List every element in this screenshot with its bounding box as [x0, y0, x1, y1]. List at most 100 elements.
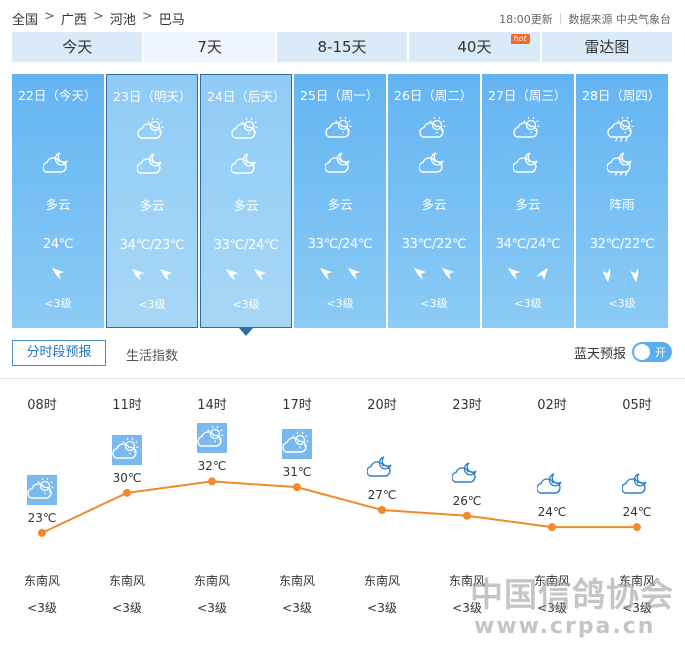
- breadcrumb-item-province[interactable]: 广西: [61, 9, 87, 28]
- hourly-temperature: 30℃: [112, 470, 142, 485]
- day-date: 23日（明天）: [113, 89, 192, 104]
- day-card-25[interactable]: 25日（周一） 多云 33℃/24℃ <3级: [294, 74, 386, 328]
- breadcrumb-separator: >: [92, 9, 104, 24]
- top-bar: 全国 > 广西 > 河池 > 巴马 18:00更新 | 数据来源 中央气象台: [0, 0, 685, 32]
- day-card-22[interactable]: 22日（今天） 多云 24℃ <3级: [12, 74, 104, 328]
- shower-night-icon: [576, 150, 668, 176]
- wind-arrow-icon: [158, 267, 174, 287]
- wind-direction-icons: [576, 266, 668, 286]
- day-temperature: 33℃/22℃: [401, 237, 467, 252]
- temperature-point: [38, 528, 46, 537]
- hourly-time: 05时: [622, 398, 652, 413]
- daily-forecast: 22日（今天） 多云 24℃ <3级 23日（明天） 多云 34℃/23℃ <3级 24日（后天…: [12, 74, 672, 336]
- wind-level: <3级: [514, 297, 542, 310]
- meta-divider: |: [558, 11, 563, 24]
- day-card-23[interactable]: 23日（明天） 多云 34℃/23℃ <3级: [106, 74, 198, 328]
- wind-direction-icons: [388, 266, 480, 286]
- temperature-point: [123, 488, 131, 497]
- breadcrumb-item-city[interactable]: 河池: [110, 9, 136, 28]
- divider: [0, 378, 685, 379]
- day-date: 25日（周一）: [300, 88, 379, 103]
- day-weather-desc: 多云: [139, 198, 165, 213]
- day-card-28[interactable]: 28日（周四） 阵雨 32℃/22℃ <3级: [576, 74, 668, 328]
- wind-direction-icons: [294, 266, 386, 286]
- day-weather-desc: 多云: [327, 197, 353, 212]
- hourly-wind-level: <3级: [27, 601, 57, 615]
- forecast-tabs: 今天 7天 8-15天 40天 hot 雷达图: [12, 32, 673, 62]
- day-date: 27日（周三）: [488, 88, 567, 103]
- day-card-26[interactable]: 26日（周二） 多云 33℃/22℃ <3级: [388, 74, 480, 328]
- tab-label: 雷达图: [584, 38, 630, 56]
- breadcrumb-separator: >: [44, 9, 55, 24]
- partly-cloudy-day-icon: [107, 117, 197, 143]
- wind-arrow-icon: [506, 266, 522, 286]
- day-weather-desc: 阵雨: [609, 197, 635, 212]
- hourly-time: 02时: [537, 398, 567, 413]
- partly-cloudy-night-icon: [107, 151, 197, 177]
- hourly-temperature: 24℃: [622, 505, 652, 520]
- partly-cloudy-night-icon: [482, 150, 574, 176]
- temperature-point: [378, 506, 386, 514]
- tab-today[interactable]: 今天: [12, 32, 143, 62]
- wind-level: <3级: [420, 297, 448, 310]
- hourly-time: 11时: [112, 398, 142, 413]
- tab-8-15day[interactable]: 8-15天: [276, 32, 408, 62]
- tab-label: 8-15天: [317, 38, 367, 56]
- tab-life-index[interactable]: 生活指数: [126, 345, 178, 364]
- tab-radar[interactable]: 雷达图: [541, 32, 673, 62]
- day-weather-desc: 多云: [45, 197, 71, 212]
- day-weather-desc: 多云: [233, 198, 259, 213]
- day-weather-desc: 多云: [421, 197, 447, 212]
- temperature-point: [293, 483, 301, 492]
- partly-cloudy-night-icon: [294, 150, 386, 176]
- day-card-24[interactable]: 24日（后天） 多云 33℃/24℃ <3级: [200, 74, 292, 328]
- day-temperature: 33℃/24℃: [307, 237, 373, 252]
- watermark-text: 中国信鸽协会: [470, 575, 674, 614]
- partly-cloudy-day-icon: [482, 116, 574, 142]
- breadcrumb-item-country[interactable]: 全国: [12, 9, 38, 28]
- hourly-temperature: 27℃: [367, 488, 397, 502]
- wind-arrow-icon: [224, 267, 240, 287]
- blue-sky-toggle[interactable]: 开: [632, 342, 672, 362]
- partly-cloudy-night-icon: [201, 151, 291, 177]
- day-date: 24日（后天）: [207, 89, 286, 104]
- tab-hourly-forecast[interactable]: 分时段预报: [12, 340, 106, 366]
- wind-arrow-icon: [130, 267, 146, 287]
- hourly-temperature: 32℃: [197, 459, 227, 474]
- wind-arrow-icon: [600, 266, 616, 286]
- hourly-wind-level: <3级: [197, 601, 227, 615]
- partly-cloudy-night-icon: [537, 469, 567, 499]
- breadcrumb: 全国 > 广西 > 河池 > 巴马: [12, 9, 185, 28]
- tab-label: 7天: [197, 38, 222, 56]
- partly-cloudy-day-icon: [197, 423, 227, 454]
- day-date: 28日（周四）: [582, 88, 661, 103]
- wind-direction-icons: [201, 267, 291, 287]
- hourly-time: 23时: [452, 398, 482, 413]
- partly-cloudy-day-icon: [388, 116, 480, 142]
- day-temperature: 32℃/22℃: [589, 237, 655, 252]
- wind-level: <3级: [44, 297, 72, 310]
- hourly-temperature: 24℃: [537, 505, 567, 520]
- temperature-point: [463, 511, 471, 520]
- temperature-point: [548, 523, 556, 532]
- blue-sky-forecast: 蓝天预报 开: [574, 342, 672, 362]
- wind-level: <3级: [232, 298, 260, 311]
- day-temperature: 33℃/24℃: [213, 238, 279, 253]
- partly-cloudy-night-icon: [388, 150, 480, 176]
- data-source: 数据来源 中央气象台: [568, 13, 672, 26]
- partly-cloudy-day-icon: [27, 474, 57, 505]
- wind-level: <3级: [326, 297, 354, 310]
- day-card-27[interactable]: 27日（周三） 多云 34℃/24℃ <3级: [482, 74, 574, 328]
- hourly-wind-level: <3级: [112, 601, 142, 615]
- wind-arrow-icon: [252, 267, 268, 287]
- selected-day-pointer: [239, 328, 253, 336]
- tab-7day[interactable]: 7天: [144, 32, 275, 62]
- hourly-temperature: 26℃: [452, 493, 482, 508]
- sub-tabs: 分时段预报 生活指数 蓝天预报 开: [12, 340, 672, 368]
- hourly-temperature: 31℃: [282, 465, 312, 480]
- wind-direction-icons: [12, 266, 104, 286]
- tab-label: 今天: [62, 38, 93, 56]
- tab-40day[interactable]: 40天 hot: [409, 32, 540, 62]
- hourly-wind-level: <3级: [367, 601, 397, 615]
- temperature-point: [633, 523, 641, 532]
